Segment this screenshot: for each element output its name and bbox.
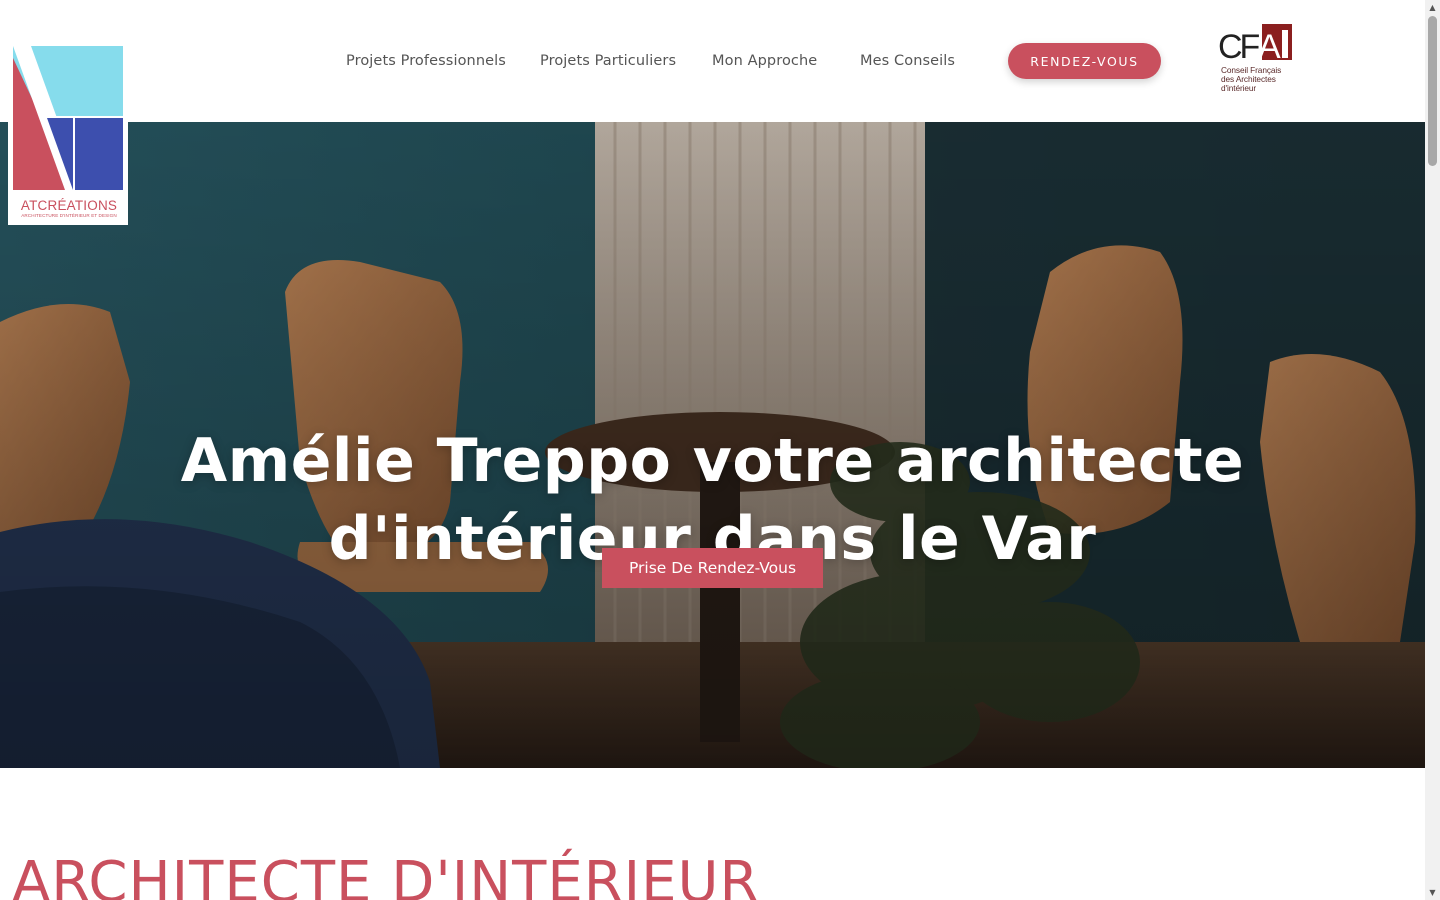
- cfai-caption: Conseil Français des Architectes d'intér…: [1221, 66, 1281, 93]
- hero-section: Amélie Treppo votre architecte d'intérie…: [0, 122, 1425, 768]
- nav-item-mes-conseils[interactable]: Mes Conseils: [860, 49, 955, 73]
- site-header: Projets Professionnels Projets Particuli…: [0, 0, 1425, 122]
- scroll-down-icon[interactable]: ▼: [1425, 885, 1440, 900]
- cfai-logo[interactable]: CF A Conseil Français des Architectes d'…: [1218, 24, 1296, 98]
- svg-text:CF: CF: [1218, 28, 1260, 64]
- nav-item-projets-particuliers[interactable]: Projets Particuliers: [540, 49, 676, 73]
- atcreations-logo[interactable]: ATCRÉATIONS ARCHITECTURE D'INTÉRIEUR ET …: [8, 44, 128, 225]
- nav-item-projets-professionnels[interactable]: Projets Professionnels: [346, 49, 506, 73]
- rendez-vous-button[interactable]: RENDEZ-VOUS: [1008, 43, 1161, 79]
- main-nav: Projets Professionnels Projets Particuli…: [0, 49, 1425, 73]
- cfai-mark-icon: CF A: [1218, 24, 1292, 64]
- cfai-line-3: d'intérieur: [1221, 83, 1257, 93]
- logo-name: ATCRÉATIONS: [20, 198, 118, 213]
- scroll-up-icon[interactable]: ▲: [1425, 0, 1440, 15]
- hero-title-line-1: Amélie Treppo votre architecte: [180, 426, 1245, 496]
- page-scrollbar[interactable]: ▲ ▼: [1425, 0, 1440, 900]
- section-title: ARCHITECTE D'INTÉRIEUR: [12, 850, 760, 900]
- logo-tagline: ARCHITECTURE D'INTÉRIEUR ET DESIGN: [21, 213, 117, 218]
- nav-item-mon-approche[interactable]: Mon Approche: [712, 49, 817, 73]
- logo-mark-icon: [13, 46, 123, 190]
- prise-de-rendez-vous-button[interactable]: Prise De Rendez-Vous: [602, 548, 823, 588]
- scrollbar-thumb[interactable]: [1428, 16, 1437, 166]
- svg-text:A: A: [1258, 28, 1281, 64]
